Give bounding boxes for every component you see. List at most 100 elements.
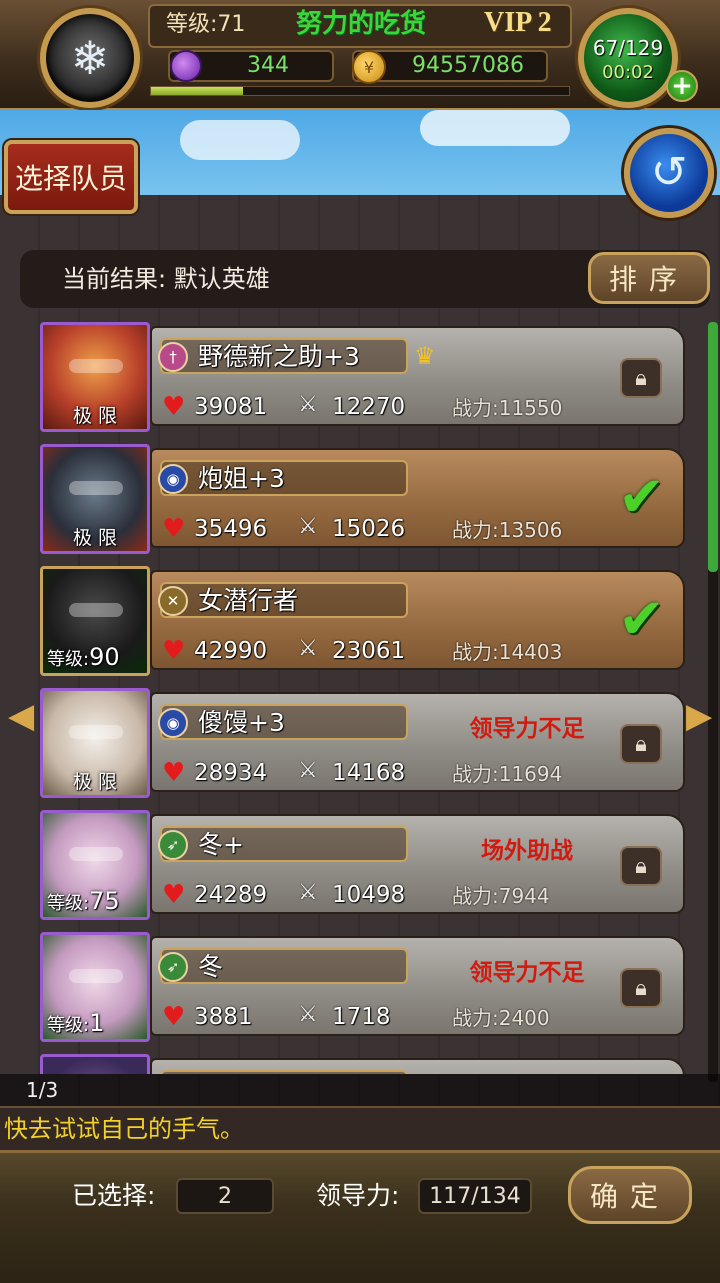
hero-row[interactable]: 等级:75 ➶ 冬+ ♥ 24289 ⚔ 10498 战力:7944 场外助战 🔒︎	[40, 810, 688, 920]
portrait-eyes-highlight	[69, 847, 123, 861]
selected-count-label: 已选择:	[72, 1181, 156, 1210]
hero-portrait	[40, 1054, 150, 1074]
hero-level-value: 75	[89, 887, 120, 915]
hero-row[interactable]: 等级:90 ✕ 女潜行者 ♥ 42990 ⚔ 23061 战力:14403 ✔	[40, 566, 688, 676]
cloud-decoration	[420, 110, 570, 146]
confirm-button[interactable]: 确定	[568, 1166, 692, 1224]
shield-icon: ◉	[158, 708, 188, 738]
hero-name: 野德新之助+3	[198, 342, 360, 371]
sort-button[interactable]: 排序	[588, 252, 710, 304]
hero-name: 傻馒+3	[198, 708, 285, 737]
hero-attack: 1718	[332, 1004, 391, 1030]
hero-plank: ➶ 冬 ♥ 3881 ⚔ 1718 战力:2400 领导力不足 🔒︎	[150, 936, 685, 1036]
lock-icon[interactable]: 🔒︎	[620, 724, 662, 764]
checkmark-icon[interactable]: ✔	[618, 468, 665, 528]
dagger-icon: †	[158, 342, 188, 372]
hero-hp: 3881	[194, 1004, 253, 1030]
hero-status: 领导力不足	[469, 960, 585, 986]
hero-power: 战力:2400	[452, 1006, 550, 1030]
select-members-title: 选择队员	[4, 140, 138, 214]
portrait-eyes-highlight	[69, 603, 123, 617]
hero-plank: ◉ 傻馒+3 ♥ 28934 ⚔ 14168 战力:11694 领导力不足 🔒︎	[150, 692, 685, 792]
current-result-label: 当前结果: 默认英雄	[62, 265, 270, 293]
player-name: 努力的吃货	[296, 9, 427, 39]
leadership-value: 117/134	[418, 1178, 532, 1214]
hero-power: 战力:11550	[452, 396, 563, 420]
hero-level-label: 等级:	[47, 893, 90, 914]
hero-hp: 39081	[194, 394, 268, 420]
hero-portrait: 极 限	[40, 688, 150, 798]
bow-icon: ➶	[158, 952, 188, 982]
hero-plank: ◉ 炮姐+3 ♥ 35496 ⚔ 15026 战力:13506 ✔	[150, 448, 685, 548]
hero-plank: ➶ 冬+ ♥ 24289 ⚔ 10498 战力:7944 场外助战 🔒︎	[150, 814, 685, 914]
prev-page-arrow-icon[interactable]: ◀	[8, 698, 34, 734]
hero-portrait: 等级:90	[40, 566, 150, 676]
hero-row[interactable]: 极 限 ◉ 炮姐+3 ♥ 35496 ⚔ 15026 战力:13506 ✔	[40, 444, 688, 554]
energy-orb[interactable]: 67/129 00:02	[578, 8, 678, 108]
exp-bar	[150, 86, 570, 96]
hero-status: 领导力不足	[469, 716, 585, 742]
hero-row[interactable]: 极 限 ◉ 傻馒+3 ♥ 28934 ⚔ 14168 战力:11694 领导力不足 🔒︎	[40, 688, 688, 798]
hero-level-label: 等级:	[47, 649, 90, 670]
crossed-swords-icon: ⚔	[298, 758, 318, 783]
hero-level: 等级:90	[47, 644, 120, 673]
energy-value: 67/129	[592, 36, 664, 60]
hero-tier-label: 极 限	[72, 771, 118, 793]
lock-icon[interactable]: 🔒︎	[620, 968, 662, 1008]
crossed-swords-icon: ⚔	[298, 514, 318, 539]
gem-icon	[170, 50, 202, 82]
heart-icon: ♥	[162, 880, 186, 910]
gem-count: 344	[247, 53, 289, 78]
hero-name: 女潜行者	[198, 586, 299, 615]
portrait-eyes-highlight	[69, 725, 123, 739]
player-avatar[interactable]: ❄	[40, 8, 140, 108]
checkmark-icon[interactable]: ✔	[618, 590, 665, 650]
hero-attack: 23061	[332, 638, 406, 664]
crossed-swords-icon: ⚔	[298, 392, 318, 417]
hero-tier-label: 极 限	[72, 527, 118, 549]
crossed-swords-icon: ⚔	[298, 636, 318, 661]
lock-icon[interactable]: 🔒︎	[620, 358, 662, 398]
bow-icon: ➶	[158, 830, 188, 860]
cloud-decoration	[180, 120, 300, 160]
energy-timer: 00:02	[602, 62, 654, 83]
hero-power: 战力:7944	[452, 884, 550, 908]
add-energy-plus-icon[interactable]: +	[666, 70, 698, 102]
hero-level: 等级:1	[47, 1010, 104, 1039]
hero-power: 战力:14403	[452, 640, 563, 664]
back-refresh-icon[interactable]: ↺	[624, 128, 714, 218]
hero-hp: 35496	[194, 516, 268, 542]
hero-attack: 12270	[332, 394, 406, 420]
hero-hp: 24289	[194, 882, 268, 908]
portrait-eyes-highlight	[69, 359, 123, 373]
hero-plank: ✦闭月+场外助战🔒︎	[150, 1058, 685, 1074]
heart-icon: ♥	[162, 514, 186, 544]
hero-level-value: 90	[89, 643, 120, 671]
hero-row[interactable]: 等级:1 ➶ 冬 ♥ 3881 ⚔ 1718 战力:2400 领导力不足 🔒︎	[40, 932, 688, 1042]
hero-power: 战力:11694	[452, 762, 563, 786]
scrollbar-thumb[interactable]	[708, 322, 718, 572]
hero-hp: 28934	[194, 760, 268, 786]
vip-badge[interactable]: VIP 2	[484, 6, 552, 40]
hero-portrait: 极 限	[40, 444, 150, 554]
hero-hp: 42990	[194, 638, 268, 664]
gold-coin-icon: ¥	[352, 50, 386, 84]
gold-count: 94557086	[412, 53, 524, 78]
hero-name: 炮姐+3	[198, 464, 285, 493]
hero-power: 战力:13506	[452, 518, 563, 542]
page-indicator: 1/3	[26, 1078, 59, 1102]
hero-name: 冬	[198, 952, 224, 981]
hero-row[interactable]: 极 限 † 野德新之助+3 ♛ ♥ 39081 ⚔ 12270 战力:11550 🔒︎	[40, 322, 688, 432]
lock-icon[interactable]: 🔒︎	[620, 846, 662, 886]
crossed-swords-icon: ⚔	[298, 880, 318, 905]
crown-icon: ♛	[414, 342, 436, 370]
next-page-arrow-icon[interactable]: ▶	[686, 698, 712, 734]
top-status-bar: 等级:71 努力的吃货 VIP 2 344 ¥ 94557086 ❄ 67/12…	[0, 0, 720, 111]
hero-attack: 10498	[332, 882, 406, 908]
player-level: 等级:71	[166, 12, 246, 37]
hero-attack: 14168	[332, 760, 406, 786]
hero-attack: 15026	[332, 516, 406, 542]
hero-name: 冬+	[198, 830, 244, 859]
hero-row[interactable]: ✦闭月+场外助战🔒︎	[40, 1054, 688, 1074]
crossed-swords-icon: ✕	[158, 586, 188, 616]
